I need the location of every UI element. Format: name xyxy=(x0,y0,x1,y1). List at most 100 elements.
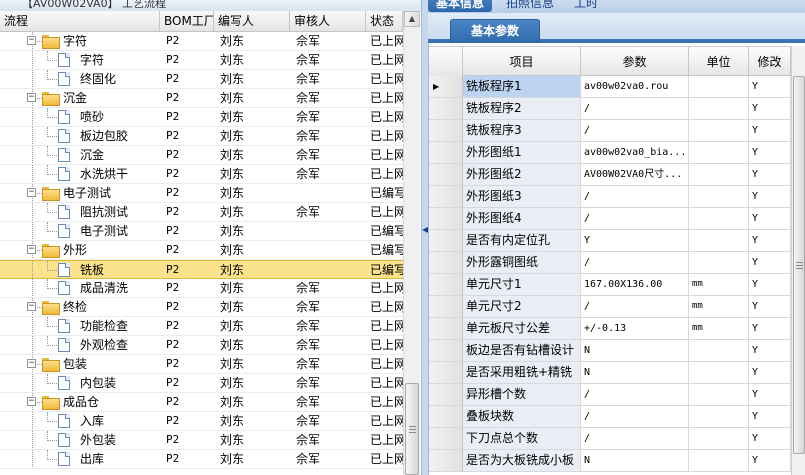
unit-cell[interactable] xyxy=(689,98,749,119)
tree-node-row[interactable]: 内包装 P2 刘东 佘军 已上网 xyxy=(0,374,403,393)
collapse-toggle-icon[interactable]: − xyxy=(27,245,36,254)
row-indicator[interactable] xyxy=(429,120,463,141)
param-cell[interactable]: / xyxy=(581,186,689,207)
item-cell[interactable]: 叠板块数 xyxy=(463,406,581,427)
item-cell[interactable]: 单元尺寸2 xyxy=(463,296,581,317)
modify-cell[interactable]: Y xyxy=(749,252,791,273)
modify-cell[interactable]: Y xyxy=(749,428,791,449)
unit-cell[interactable] xyxy=(689,142,749,163)
scroll-up-arrow-icon[interactable]: ▲ xyxy=(404,11,420,27)
modify-cell[interactable]: Y xyxy=(749,296,791,317)
tree-folder-row[interactable]: − 沉金 P2 刘东 佘军 已上网 xyxy=(0,89,403,108)
modify-cell[interactable]: Y xyxy=(749,120,791,141)
modify-cell[interactable]: Y xyxy=(749,76,791,97)
row-indicator[interactable] xyxy=(429,98,463,119)
param-cell[interactable]: AV00W02VA0尺寸... xyxy=(581,164,689,185)
unit-cell[interactable] xyxy=(689,406,749,427)
tree-node-row[interactable]: 阻抗测试 P2 刘东 佘军 已上网 xyxy=(0,203,403,222)
item-cell[interactable]: 外形图纸4 xyxy=(463,208,581,229)
tree-node-row[interactable]: 电子测试 P2 刘东 已编写 xyxy=(0,222,403,241)
unit-cell[interactable] xyxy=(689,362,749,383)
item-cell[interactable]: 下刀点总个数 xyxy=(463,428,581,449)
grid-row[interactable]: 外形露铜图纸 / Y xyxy=(429,252,791,274)
row-indicator[interactable] xyxy=(429,208,463,229)
item-cell[interactable]: 是否采用粗铣+精铣 xyxy=(463,362,581,383)
unit-cell[interactable] xyxy=(689,120,749,141)
column-header-modify[interactable]: 修改 xyxy=(749,47,791,77)
column-header-writer[interactable]: 编写人 xyxy=(214,11,290,32)
param-cell[interactable]: av00w02va0.rou xyxy=(581,76,689,97)
grid-row[interactable]: 板边是否有钻槽设计 N Y xyxy=(429,340,791,362)
param-cell[interactable]: / xyxy=(581,98,689,119)
tree-node-row[interactable]: 成品清洗 P2 刘东 佘军 已上网 xyxy=(0,279,403,298)
param-cell[interactable]: N xyxy=(581,340,689,361)
modify-cell[interactable]: Y xyxy=(749,98,791,119)
tab-photo-info[interactable]: 拍照信息 xyxy=(498,0,562,12)
item-cell[interactable]: 单元板尺寸公差 xyxy=(463,318,581,339)
item-cell[interactable]: 外形图纸2 xyxy=(463,164,581,185)
tab-basic-params[interactable]: 基本参数 xyxy=(450,19,540,43)
modify-cell[interactable]: Y xyxy=(749,340,791,361)
tree-node-row[interactable]: 功能检查 P2 刘东 佘军 已上网 xyxy=(0,317,403,336)
grid-row[interactable]: 叠板块数 / Y xyxy=(429,406,791,428)
modify-cell[interactable]: Y xyxy=(749,208,791,229)
item-cell[interactable]: 铣板程序3 xyxy=(463,120,581,141)
modify-cell[interactable]: Y xyxy=(749,164,791,185)
tree-node-row[interactable]: 外包装 P2 刘东 佘军 已上网 xyxy=(0,431,403,450)
grid-row[interactable]: ▶ 铣板程序1 av00w02va0.rou Y xyxy=(429,76,791,98)
tree-node-row[interactable]: 喷砂 P2 刘东 佘军 已上网 xyxy=(0,108,403,127)
tree-folder-row[interactable]: − 成品仓 P2 刘东 佘军 已上网 xyxy=(0,393,403,412)
grid-row[interactable]: 异形槽个数 / Y xyxy=(429,384,791,406)
row-indicator[interactable] xyxy=(429,450,463,471)
param-cell[interactable]: / xyxy=(581,384,689,405)
param-cell[interactable]: / xyxy=(581,252,689,273)
tree-node-row[interactable]: 水洗烘干 P2 刘东 佘军 已上网 xyxy=(0,165,403,184)
grid-row[interactable]: 外形图纸3/ Y xyxy=(429,186,791,208)
modify-cell[interactable]: Y xyxy=(749,450,791,471)
modify-cell[interactable]: Y xyxy=(749,274,791,295)
tree-folder-row[interactable]: − 字符 P2 刘东 佘军 已上网 xyxy=(0,32,403,51)
unit-cell[interactable] xyxy=(689,450,749,471)
modify-cell[interactable]: Y xyxy=(749,384,791,405)
modify-cell[interactable]: Y xyxy=(749,142,791,163)
unit-cell[interactable]: mm xyxy=(689,296,749,317)
tab-work-hours[interactable]: 工时 xyxy=(566,0,606,12)
unit-cell[interactable] xyxy=(689,230,749,251)
unit-cell[interactable]: mm xyxy=(689,274,749,295)
unit-cell[interactable] xyxy=(689,164,749,185)
unit-cell[interactable] xyxy=(689,76,749,97)
column-header-status[interactable]: 状态 xyxy=(366,11,403,32)
row-indicator[interactable] xyxy=(429,296,463,317)
unit-cell[interactable] xyxy=(689,428,749,449)
grid-row[interactable]: 是否采用粗铣+精铣 N Y xyxy=(429,362,791,384)
item-cell[interactable]: 异形槽个数 xyxy=(463,384,581,405)
row-indicator[interactable] xyxy=(429,274,463,295)
row-indicator[interactable] xyxy=(429,142,463,163)
item-cell[interactable]: 铣板程序2 xyxy=(463,98,581,119)
param-cell[interactable]: N xyxy=(581,362,689,383)
grid-row[interactable]: 单元尺寸1 167.00X136.00 mm Y xyxy=(429,274,791,296)
grid-row[interactable]: 是否有内定位孔 Y Y xyxy=(429,230,791,252)
item-cell[interactable]: 外形图纸1 xyxy=(463,142,581,163)
grid-row[interactable]: 铣板程序3/ Y xyxy=(429,120,791,142)
scrollbar-thumb[interactable] xyxy=(793,76,805,454)
column-header-item[interactable]: 项目 xyxy=(463,47,581,77)
grid-row[interactable]: 下刀点总个数 / Y xyxy=(429,428,791,450)
collapse-toggle-icon[interactable]: − xyxy=(27,359,36,368)
unit-cell[interactable] xyxy=(689,384,749,405)
row-indicator[interactable] xyxy=(429,384,463,405)
collapse-toggle-icon[interactable]: − xyxy=(27,93,36,102)
tree-folder-row[interactable]: − 包装 P2 刘东 佘军 已上网 xyxy=(0,355,403,374)
tab-basic-info[interactable]: 基本信息 xyxy=(428,0,493,12)
column-header-param[interactable]: 参数 xyxy=(581,47,689,77)
item-cell[interactable]: 外形露铜图纸 xyxy=(463,252,581,273)
row-indicator[interactable] xyxy=(429,186,463,207)
item-cell[interactable]: 外形图纸3 xyxy=(463,186,581,207)
tree-node-row[interactable]: 沉金 P2 刘东 佘军 已上网 xyxy=(0,146,403,165)
collapse-toggle-icon[interactable]: − xyxy=(27,302,36,311)
grid-row[interactable]: 外形图纸2 AV00W02VA0尺寸... Y xyxy=(429,164,791,186)
tree-node-row[interactable]: 字符 P2 刘东 佘军 已上网 xyxy=(0,51,403,70)
tree-node-row[interactable]: 出库 P2 刘东 佘军 已上网 xyxy=(0,450,403,469)
tree-node-row[interactable]: 入库 P2 刘东 佘军 已上网 xyxy=(0,412,403,431)
collapse-toggle-icon[interactable]: − xyxy=(27,397,36,406)
